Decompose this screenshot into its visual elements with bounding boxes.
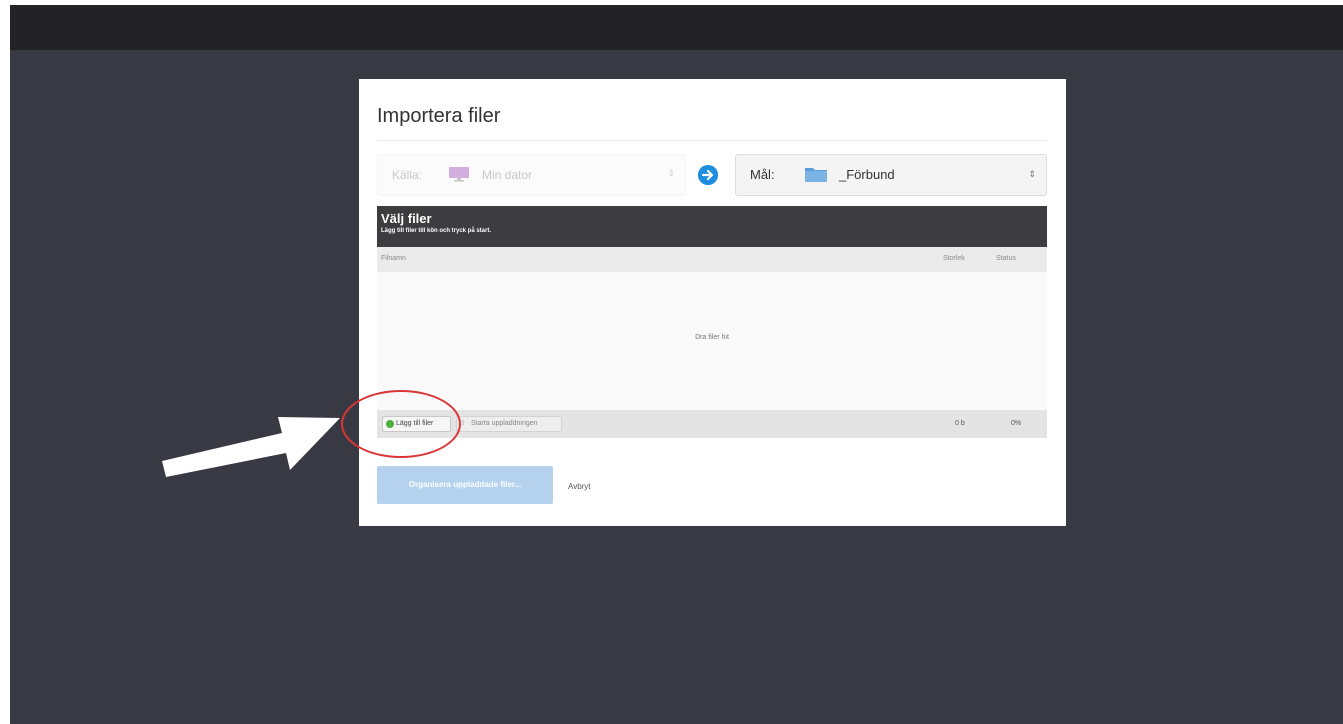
column-status: Status (996, 255, 1016, 262)
panel-heading: Välj filer (381, 211, 432, 226)
panel-subheading: Lägg till filer till kön och tryck på st… (381, 228, 492, 234)
total-size: 0 b (955, 420, 965, 427)
arrow-right-icon (698, 165, 718, 185)
title-divider (377, 140, 1047, 141)
start-upload-label: Starta uppladdningen (471, 420, 538, 427)
file-panel-header: Välj filer Lägg till filer till kön och … (377, 206, 1047, 247)
folder-icon (805, 168, 827, 182)
annotation-circle (341, 390, 461, 458)
annotation-arrow (162, 417, 340, 477)
chevron-updown-icon: ⇕ (1028, 169, 1036, 179)
screen: Importera filer Källa: Min dator ⇕ Mål: (0, 0, 1343, 724)
source-value: Min dator (482, 168, 533, 182)
target-value: _Förbund (839, 167, 895, 182)
file-drop-zone[interactable]: Dra filer hit (377, 272, 1047, 410)
target-label: Mål: (750, 167, 775, 182)
drop-hint: Dra filer hit (695, 334, 729, 341)
target-select[interactable]: Mål: _Förbund ⇕ (735, 154, 1047, 196)
file-table-header: Filnamn Storlek Status (377, 247, 1047, 272)
start-upload-button[interactable]: ⇧ Starta uppladdningen (456, 416, 562, 432)
file-queue-footer: Lägg till filer ⇧ Starta uppladdningen 0… (377, 410, 1047, 438)
monitor-icon (449, 167, 469, 182)
column-size: Storlek (943, 255, 965, 262)
desktop-background: Importera filer Källa: Min dator ⇕ Mål: (10, 5, 1343, 724)
cancel-link[interactable]: Avbryt (568, 482, 591, 491)
chevron-updown-icon: ⇕ (667, 168, 675, 178)
source-label: Källa: (392, 168, 423, 182)
organize-files-button[interactable]: Organisera uppladdade filer... (377, 466, 553, 504)
column-filename: Filnamn (381, 255, 406, 262)
import-files-dialog: Importera filer Källa: Min dator ⇕ Mål: (359, 79, 1066, 526)
source-select[interactable]: Källa: Min dator ⇕ (377, 154, 686, 196)
dialog-title: Importera filer (377, 105, 501, 127)
total-percent: 0% (1011, 420, 1022, 427)
top-bar (10, 5, 1343, 50)
